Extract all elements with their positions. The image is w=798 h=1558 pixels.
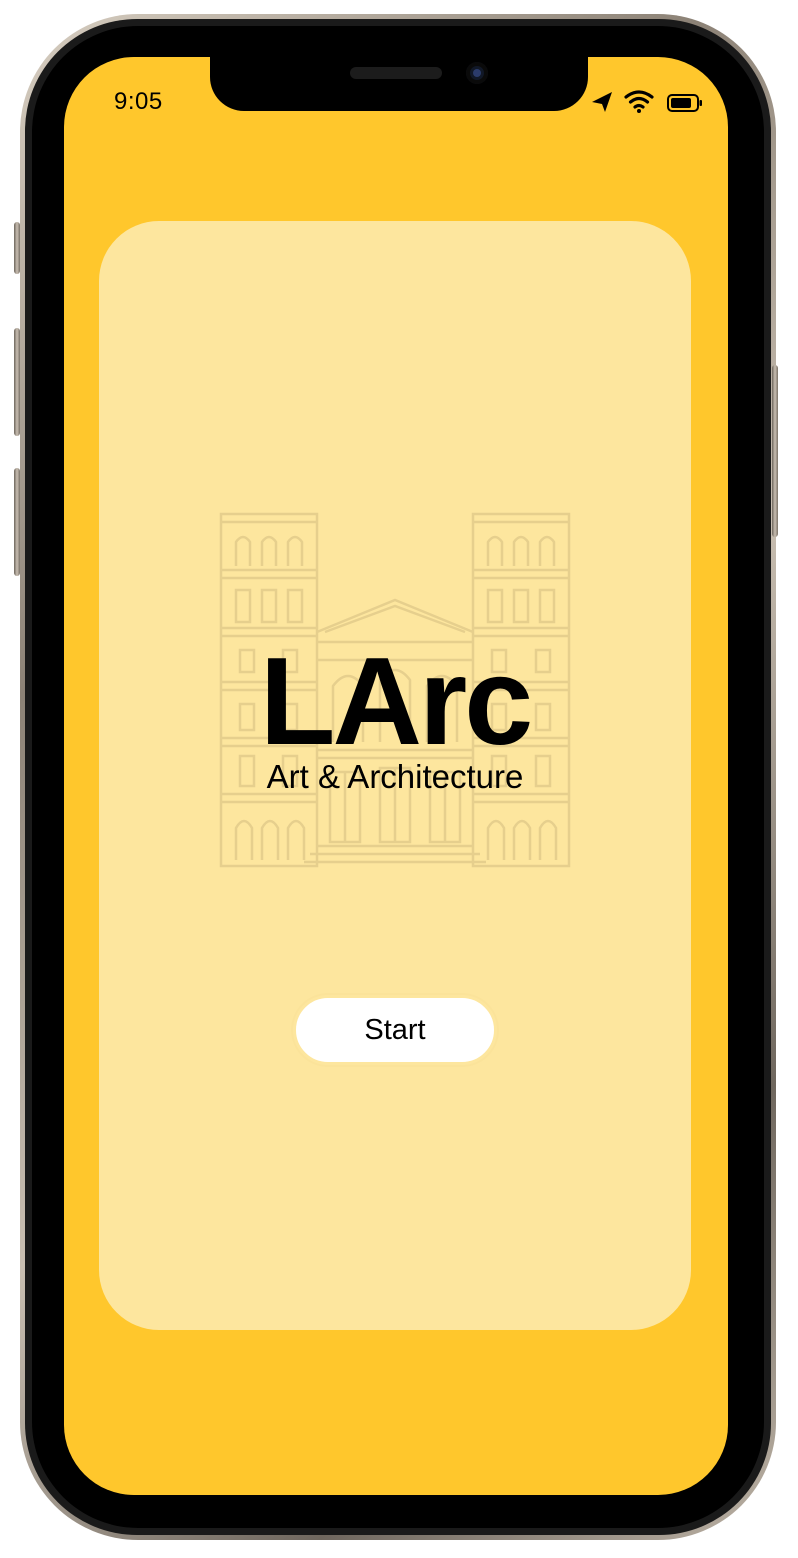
status-time: 9:05 — [114, 88, 163, 115]
notch — [210, 57, 588, 111]
battery-icon — [667, 94, 702, 112]
volume-down-button — [14, 468, 20, 576]
wifi-icon — [624, 90, 654, 113]
app-subtitle: Art & Architecture — [266, 758, 524, 795]
earpiece-speaker — [350, 67, 442, 79]
start-button[interactable]: Start — [293, 995, 497, 1065]
device-mockup: 9:05 LArc Art & Architecture Start — [0, 0, 798, 1558]
app-title: LArc — [259, 633, 534, 771]
volume-up-button — [14, 328, 20, 436]
power-button — [772, 365, 778, 537]
front-camera — [466, 62, 488, 84]
status-icons — [588, 88, 708, 116]
location-arrow-icon — [592, 92, 612, 112]
mute-switch — [14, 222, 20, 274]
